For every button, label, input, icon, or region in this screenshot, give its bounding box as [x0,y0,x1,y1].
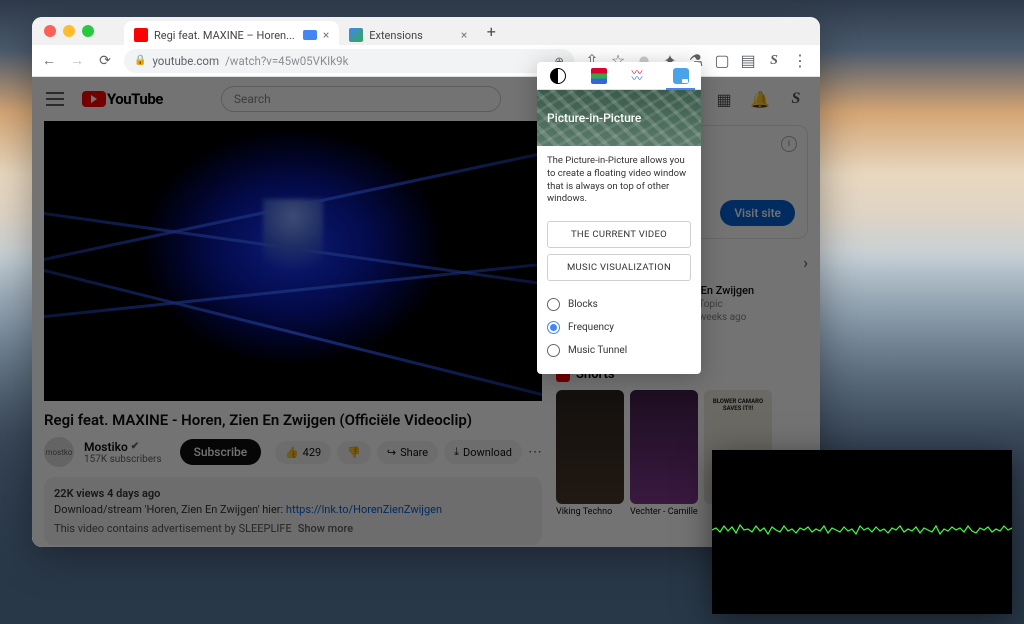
tab-title: Regi feat. MAXINE – Horen... [154,29,295,42]
thumbs-down-icon: 👎 [347,446,361,459]
radio-icon [547,298,560,311]
video-title: Regi feat. MAXINE - Horen, Zien En Zwijg… [44,411,542,429]
share-arrow-icon: ↪ [387,446,396,459]
channel-name[interactable]: Mostiko ✔ [84,440,162,454]
minimize-window-button[interactable] [63,25,75,37]
verified-icon: ✔ [131,441,139,452]
new-tab-button[interactable]: + [481,21,501,41]
pip-icon [673,68,689,84]
like-button[interactable]: 👍429 [275,441,331,464]
share-button[interactable]: ↪Share [377,441,438,464]
chrome-window: Regi feat. MAXINE – Horen... × Extension… [32,17,820,547]
radio-music-tunnel[interactable]: Music Tunnel [547,339,691,362]
reader-icon[interactable]: ▤ [740,53,756,69]
youtube-logo-text: YouTube [107,90,163,108]
url-path: /watch?v=45w05VKIk9k [225,54,348,68]
frequency-waveform [712,516,1012,546]
extension-s-icon[interactable]: S [766,53,782,69]
create-icon[interactable]: ▦ [714,89,734,109]
chips-scroll-right-icon[interactable]: › [803,253,808,272]
short-item[interactable]: Vechter - Camille [630,390,698,517]
account-avatar-icon[interactable]: S [786,89,806,109]
subscribe-button[interactable]: Subscribe [180,439,262,465]
youtube-page: YouTube Search ▦ 🔔 S [32,77,820,547]
popup-tab-pip[interactable] [660,62,701,89]
close-tab-icon[interactable]: × [323,28,329,42]
extension-favicon-icon [349,28,363,42]
show-more-button[interactable]: Show more [298,522,353,535]
popup-tab-grid[interactable] [578,62,619,89]
video-player[interactable] [44,121,542,401]
short-item[interactable]: Viking Techno [556,390,624,517]
popup-description: The Picture-in-Picture allows you to cre… [537,146,701,215]
view-stats: 22K views 4 days ago [54,487,532,500]
contrast-icon [550,68,566,84]
short-thumbnail [556,390,624,504]
dislike-button[interactable]: 👎 [337,441,371,464]
video-meta-row: mostko Mostiko ✔ 157K subscribers Subscr… [44,437,542,467]
lock-icon: 🔒 [134,55,146,66]
current-video-button[interactable]: THE CURRENT VIDEO [547,221,691,248]
hamburger-menu-icon[interactable] [46,92,64,106]
short-thumbnail [630,390,698,504]
forward-button[interactable]: → [68,52,86,70]
channel-avatar[interactable]: mostko [44,437,74,467]
video-description[interactable]: 22K views 4 days ago Download/stream 'Ho… [44,477,542,545]
address-bar[interactable]: 🔒 youtube.com/watch?v=45w05VKIk9k ⊕ [124,49,574,73]
tab-strip: Regi feat. MAXINE – Horen... × Extension… [124,21,501,49]
pip-visualization-window[interactable] [712,450,1012,614]
youtube-favicon-icon [134,28,148,42]
close-window-button[interactable] [44,25,56,37]
tab-extensions[interactable]: Extensions × [339,21,477,49]
radio-icon [547,321,560,334]
tab-title: Extensions [369,29,423,42]
download-button[interactable]: ⤓Download [444,440,522,464]
subscriber-count: 157K subscribers [84,454,162,465]
radio-icon [547,344,560,357]
more-actions-button[interactable]: ⋯ [528,444,542,460]
popup-hero-title: Picture-in-Picture [547,111,641,125]
description-link[interactable]: https://lnk.to/HorenZienZwijgen [286,503,442,516]
search-placeholder: Search [234,92,271,106]
radio-blocks[interactable]: Blocks [547,293,691,316]
extension-popup: Picture-in-Picture The Picture-in-Pictur… [537,62,701,374]
back-button[interactable]: ← [40,52,58,70]
ad-info-icon[interactable]: i [781,136,797,152]
waveform-icon [632,68,648,84]
popup-tab-strip [537,62,701,90]
radio-frequency[interactable]: Frequency [547,316,691,339]
youtube-play-icon [82,91,106,107]
toolbar: ← → ⟳ 🔒 youtube.com/watch?v=45w05VKIk9k … [32,45,820,77]
titlebar: Regi feat. MAXINE – Horen... × Extension… [32,17,820,45]
popup-hero: Picture-in-Picture [537,90,701,146]
fullscreen-window-button[interactable] [82,25,94,37]
search-input[interactable]: Search [221,86,501,112]
download-icon: ⤓ [454,445,459,459]
pip-indicator-icon [303,30,317,40]
url-host: youtube.com [152,54,219,68]
visit-site-button[interactable]: Visit site [720,200,795,226]
tab-youtube[interactable]: Regi feat. MAXINE – Horen... × [124,21,339,49]
popup-tab-wave[interactable] [619,62,660,89]
close-tab-icon[interactable]: × [461,28,467,42]
notifications-icon[interactable]: 🔔 [750,89,770,109]
youtube-header: YouTube Search ▦ 🔔 S [32,77,820,121]
visualization-radio-group: Blocks Frequency Music Tunnel [537,287,701,374]
popup-tab-contrast[interactable] [537,62,578,89]
chrome-menu-icon[interactable]: ⋮ [792,53,808,69]
music-visualization-button[interactable]: MUSIC VISUALIZATION [547,254,691,281]
thumbs-up-icon: 👍 [285,446,299,459]
reload-button[interactable]: ⟳ [96,52,114,70]
extension-square-icon[interactable]: ▢ [714,53,730,69]
youtube-logo[interactable]: YouTube [82,90,163,108]
color-grid-icon [591,68,607,84]
